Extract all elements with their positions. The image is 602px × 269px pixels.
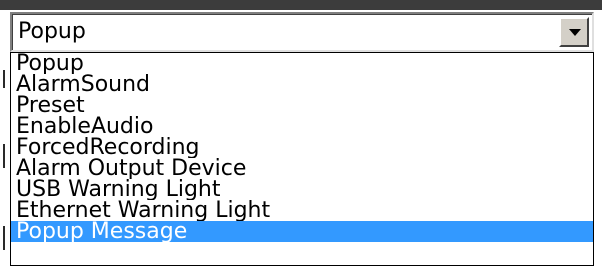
dropdown-option-forcedrecording[interactable]: ForcedRecording bbox=[11, 137, 593, 158]
combo-dropdown-window: Popup Popup AlarmSound Preset EnableAudi… bbox=[0, 0, 602, 269]
background-tick bbox=[3, 226, 5, 250]
background-strip bbox=[0, 0, 602, 10]
dropdown-option-popup[interactable]: Popup bbox=[11, 53, 593, 74]
background-left bbox=[0, 10, 10, 269]
dropdown-option-alarm-output-device[interactable]: Alarm Output Device bbox=[11, 158, 593, 179]
dropdown-list[interactable]: Popup AlarmSound Preset EnableAudio Forc… bbox=[10, 52, 594, 266]
event-action-combobox[interactable]: Popup bbox=[10, 12, 594, 52]
combobox-selected-value: Popup bbox=[18, 19, 86, 44]
background-tick bbox=[3, 70, 5, 88]
dropdown-option-ethernet-warning-light[interactable]: Ethernet Warning Light bbox=[11, 200, 593, 221]
background-tick bbox=[3, 144, 5, 168]
dropdown-option-usb-warning-light[interactable]: USB Warning Light bbox=[11, 179, 593, 200]
dropdown-toggle-button[interactable] bbox=[559, 17, 589, 47]
dropdown-option-alarmsound[interactable]: AlarmSound bbox=[11, 74, 593, 95]
chevron-down-icon bbox=[569, 29, 581, 36]
dropdown-option-preset[interactable]: Preset bbox=[11, 95, 593, 116]
dropdown-option-popup-message[interactable]: Popup Message bbox=[11, 221, 593, 242]
dropdown-option-enableaudio[interactable]: EnableAudio bbox=[11, 116, 593, 137]
